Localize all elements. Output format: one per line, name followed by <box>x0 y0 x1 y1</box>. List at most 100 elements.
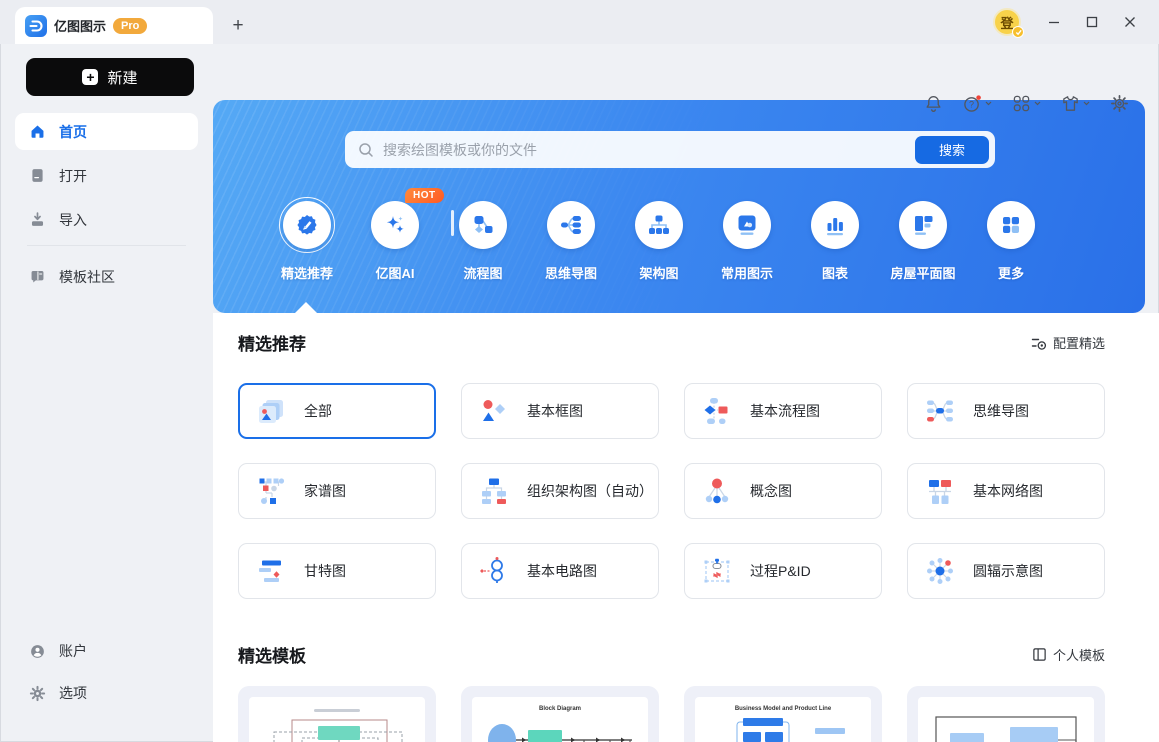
featured-cards-grid: 全部 基本框图 基本流程图 思维导图 家谱图 组织架构图（自动） 概念图 基本网… <box>238 383 1105 599</box>
community-icon <box>31 270 44 283</box>
apps-button[interactable] <box>1008 90 1045 117</box>
card-basic-network[interactable]: 基本网络图 <box>907 463 1105 519</box>
plus-icon: + <box>82 69 99 85</box>
bell-icon <box>926 95 941 112</box>
shapes-icon <box>723 201 771 249</box>
business-model-preview <box>736 718 845 742</box>
settings-gear-icon <box>1111 95 1128 112</box>
options-gear-icon <box>29 685 46 701</box>
search-icon <box>359 142 373 157</box>
featured-badge-icon <box>283 201 331 249</box>
help-button[interactable]: ? <box>959 90 996 117</box>
search-bar: 搜索 <box>345 131 995 168</box>
sidebar-item-options[interactable]: 选项 <box>15 676 198 710</box>
user-avatar[interactable]: 登 <box>993 8 1024 38</box>
notifications-button[interactable] <box>920 90 947 117</box>
card-process-pid[interactable]: 过程P&ID <box>684 543 882 599</box>
basic-diagram-icon <box>483 400 505 421</box>
thumbnail-title: Block Diagram <box>538 706 581 712</box>
chevron-down-icon <box>985 101 992 106</box>
thumbnail-title: Business Model and Product Line <box>734 706 832 712</box>
flow-boxes-preview <box>935 716 1077 742</box>
banner-categories: 精选推荐 HOT 亿图AI 流程图 思维导图 架构图 常用图示 图表 房屋平面图… <box>263 188 1055 282</box>
minimize-button[interactable] <box>1039 7 1069 37</box>
bar-chart-icon <box>811 201 859 249</box>
main-content: ? 搜索绘图模板或你的文件 搜索 精选推荐 HOT 亿图AI 流程图 思维导图 … <box>213 44 1159 742</box>
gantt-chart-icon <box>259 560 281 582</box>
close-button[interactable] <box>1115 7 1145 37</box>
banner-category-common-diagrams[interactable]: 常用图示 <box>703 197 791 282</box>
banner-category-architecture[interactable]: 架构图 <box>615 197 703 282</box>
family-tree-icon <box>259 478 285 504</box>
shirt-icon <box>1063 96 1078 111</box>
concept-map-icon <box>705 478 729 504</box>
card-gantt-chart[interactable]: 甘特图 <box>238 543 436 599</box>
card-concept-map[interactable]: 概念图 <box>684 463 882 519</box>
card-all[interactable]: 全部 <box>238 383 436 439</box>
help-icon: ? <box>964 95 981 112</box>
card-basic-diagram[interactable]: 基本框图 <box>461 383 659 439</box>
sidebar-item-open[interactable]: 打开 <box>15 157 198 194</box>
app-window: 亿图图示 Pro + 登 + 新建 首页 打开 导入 模板社区 账户 选项 ? … <box>0 0 1159 742</box>
new-tab-button[interactable]: + <box>223 11 253 41</box>
card-family-tree[interactable]: 家谱图 <box>238 463 436 519</box>
home-icon <box>31 125 44 138</box>
search-button[interactable]: 搜索 <box>915 135 989 164</box>
app-title: 亿图图示 <box>54 19 107 34</box>
nested-boxes-preview <box>273 719 403 742</box>
featured-section-title: 精选推荐 <box>238 335 306 354</box>
sidebar-item-import[interactable]: 导入 <box>15 201 198 238</box>
card-basic-flowchart[interactable]: 基本流程图 <box>684 383 882 439</box>
basic-flowchart-icon <box>704 398 728 424</box>
search-input[interactable] <box>383 141 915 158</box>
edraw-logo-icon <box>25 14 47 37</box>
mindmap-icon <box>547 201 595 249</box>
block-diagram-preview <box>488 724 632 742</box>
maximize-button[interactable] <box>1077 7 1107 37</box>
template-thumbnail-3[interactable]: Business Model and Product Line <box>684 686 882 742</box>
app-tab[interactable]: 亿图图示 Pro <box>15 7 213 44</box>
pro-badge: Pro <box>113 17 148 34</box>
banner-category-mindmap[interactable]: 思维导图 <box>527 197 615 282</box>
template-thumbnail-1[interactable] <box>238 686 436 742</box>
sidebar-item-home[interactable]: 首页 <box>15 113 198 150</box>
theme-button[interactable] <box>1057 90 1094 117</box>
card-org-chart-auto[interactable]: 组织架构图（自动） <box>461 463 659 519</box>
svg-text:?: ? <box>969 100 974 110</box>
personal-templates-icon <box>1033 648 1046 661</box>
settings-button[interactable] <box>1106 90 1133 117</box>
more-grid-icon <box>987 201 1035 249</box>
floor-plan-icon <box>899 201 947 249</box>
all-templates-icon <box>259 400 283 423</box>
hot-badge: HOT <box>405 188 444 203</box>
radial-diagram-icon <box>927 558 953 584</box>
banner-category-edraw-ai[interactable]: HOT 亿图AI <box>351 188 444 282</box>
tab-bar: 亿图图示 Pro + 登 <box>0 0 1159 44</box>
banner-category-more[interactable]: 更多 <box>967 197 1055 282</box>
chevron-down-icon <box>1034 101 1041 106</box>
category-divider <box>451 210 454 236</box>
template-thumbnail-4[interactable] <box>907 686 1105 742</box>
banner-category-floor-plan[interactable]: 房屋平面图 <box>879 197 967 282</box>
apps-grid-icon <box>1013 95 1030 112</box>
card-mindmap[interactable]: 思维导图 <box>907 383 1105 439</box>
basic-circuit-icon <box>480 557 503 583</box>
personal-templates-button[interactable]: 个人模板 <box>1032 645 1105 664</box>
featured-templates-row: Block Diagram Business Model and Product… <box>238 686 1105 742</box>
org-structure-icon <box>635 201 683 249</box>
top-toolbar: ? <box>920 90 1133 117</box>
mindmap-card-icon <box>927 400 953 422</box>
basic-network-icon <box>929 480 951 504</box>
sidebar-item-template-community[interactable]: 模板社区 <box>15 258 198 295</box>
avatar-check-badge <box>1012 26 1024 38</box>
card-radial-diagram[interactable]: 圆辐示意图 <box>907 543 1105 599</box>
templates-section-title: 精选模板 <box>238 647 306 666</box>
sidebar-item-account[interactable]: 账户 <box>15 634 198 668</box>
template-thumbnail-2[interactable]: Block Diagram <box>461 686 659 742</box>
configure-featured-button[interactable]: 配置精选 <box>1031 333 1105 352</box>
banner-category-featured[interactable]: 精选推荐 <box>263 197 351 282</box>
card-basic-circuit[interactable]: 基本电路图 <box>461 543 659 599</box>
configure-icon <box>1031 338 1047 350</box>
banner-category-charts[interactable]: 图表 <box>791 197 879 282</box>
new-document-button[interactable]: + 新建 <box>26 58 194 96</box>
